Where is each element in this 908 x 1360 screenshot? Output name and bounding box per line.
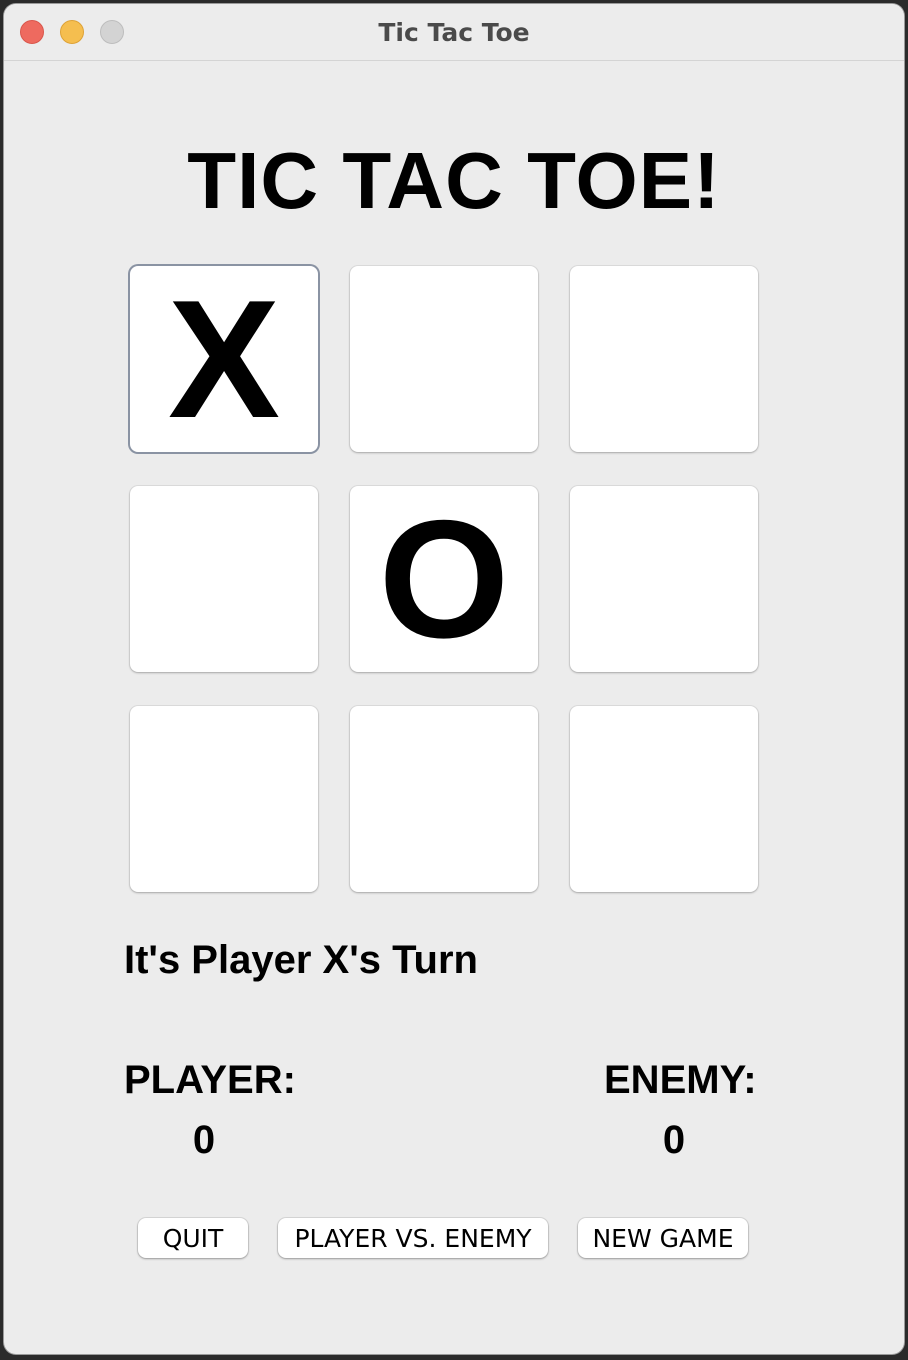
enemy-score-value: 0 <box>662 1118 686 1162</box>
board-cell-r2-c3[interactable] <box>570 486 758 672</box>
board-cell-r3-c1[interactable] <box>130 706 318 892</box>
enemy-score-label: ENEMY: <box>604 1058 757 1102</box>
game-mode-button[interactable]: PLAYER VS. ENEMY <box>278 1218 548 1258</box>
game-heading: TIC TAC TOE! <box>187 136 721 225</box>
board-cell-r2-c2[interactable]: O <box>350 486 538 672</box>
board-cell-r2-c1[interactable] <box>130 486 318 672</box>
board-cell-r3-c2[interactable] <box>350 706 538 892</box>
new-game-button[interactable]: NEW GAME <box>578 1218 748 1258</box>
turn-status: It's Player X's Turn <box>124 938 478 982</box>
app-window: Tic Tac Toe TIC TAC TOE! X O It's Player… <box>4 4 904 1354</box>
quit-button[interactable]: QUIT <box>138 1218 248 1258</box>
window-title: Tic Tac Toe <box>378 18 530 47</box>
board-cell-r3-c3[interactable] <box>570 706 758 892</box>
player-score-value: 0 <box>192 1118 216 1162</box>
board-cell-r1-c2[interactable] <box>350 266 538 452</box>
player-score-label: PLAYER: <box>124 1058 296 1102</box>
board-cell-r1-c1[interactable]: X <box>130 266 318 452</box>
board-cell-r1-c3[interactable] <box>570 266 758 452</box>
title-bar: Tic Tac Toe <box>4 4 904 61</box>
